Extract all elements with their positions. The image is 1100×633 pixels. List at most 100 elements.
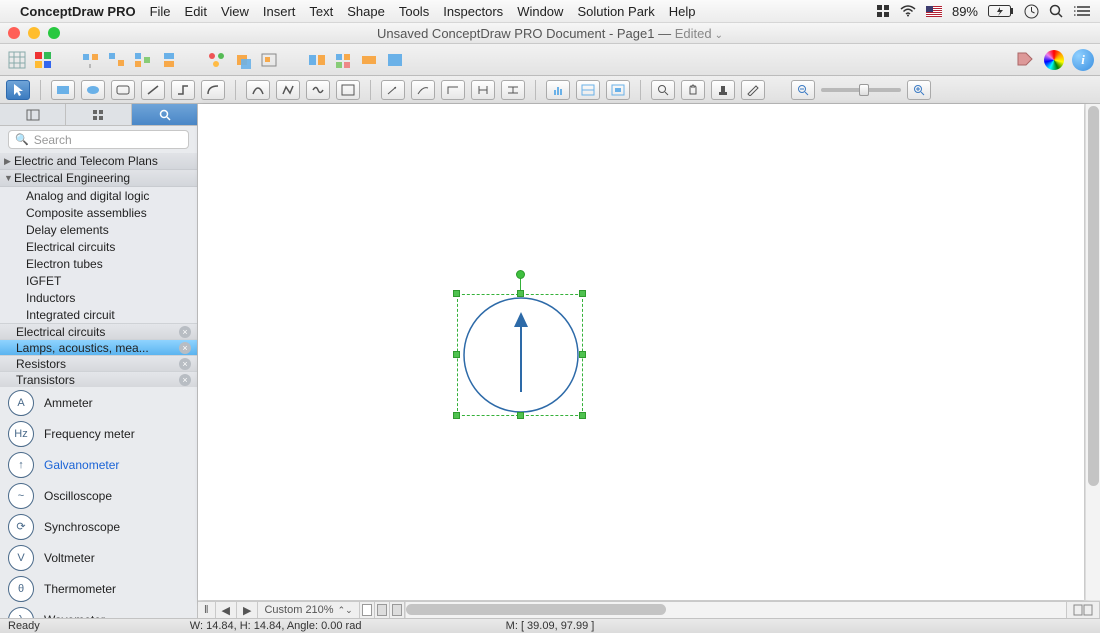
subcat-analog-digital[interactable]: Analog and digital logic	[0, 187, 197, 204]
sidebar-tab-tree[interactable]	[0, 104, 66, 125]
canvas-area[interactable]: ‖ ◀ ▶ Custom 210% ⌃⌄	[198, 104, 1100, 618]
arc-tool-button[interactable]	[201, 80, 225, 100]
horizontal-scrollbar[interactable]	[405, 602, 1066, 618]
chart-tool-1-button[interactable]	[546, 80, 570, 100]
menu-text[interactable]: Text	[309, 4, 333, 19]
zoom-in-button[interactable]	[907, 80, 931, 100]
sidebar-tab-grid[interactable]	[66, 104, 132, 125]
page-nav-prev[interactable]: ◀	[216, 602, 237, 618]
page-thumb-3[interactable]	[390, 602, 405, 618]
chart-tool-2-button[interactable]	[576, 80, 600, 100]
close-icon[interactable]: ×	[179, 374, 191, 386]
menu-tools[interactable]: Tools	[399, 4, 429, 19]
subcat-circuits[interactable]: Electrical circuits	[0, 238, 197, 255]
spline-tool-button[interactable]	[306, 80, 330, 100]
group-tool-4-icon[interactable]	[384, 49, 406, 71]
close-icon[interactable]: ×	[179, 326, 191, 338]
group-tool-2-icon[interactable]	[332, 49, 354, 71]
rect-tool-button[interactable]	[51, 80, 75, 100]
chevron-down-icon[interactable]: ⌄	[715, 30, 723, 41]
horizontal-scroll-thumb[interactable]	[406, 604, 666, 615]
page-nav-first[interactable]: ‖	[198, 602, 216, 618]
connector-tool-button[interactable]	[171, 80, 195, 100]
vertical-scrollbar[interactable]	[1085, 104, 1100, 600]
menu-inspectors[interactable]: Inspectors	[443, 4, 503, 19]
group-tool-1-icon[interactable]	[306, 49, 328, 71]
chart-tool-3-button[interactable]	[606, 80, 630, 100]
pointer-tool-button[interactable]	[6, 80, 30, 100]
align-tool-3-icon[interactable]	[132, 49, 154, 71]
stamp-tool-button[interactable]	[711, 80, 735, 100]
line-tool-button[interactable]	[141, 80, 165, 100]
edit-tool-button[interactable]	[741, 80, 765, 100]
subcat-composite[interactable]: Composite assemblies	[0, 204, 197, 221]
vertical-scroll-thumb[interactable]	[1088, 106, 1099, 486]
palette-icon[interactable]	[32, 49, 54, 71]
stencil-ammeter[interactable]: AAmmeter	[0, 387, 197, 418]
subcat-delay[interactable]: Delay elements	[0, 221, 197, 238]
app-name[interactable]: ConceptDraw PRO	[20, 4, 136, 19]
dimension-h-button[interactable]	[471, 80, 495, 100]
page-nav-next[interactable]: ▶	[237, 602, 258, 618]
library-resistors[interactable]: Resistors×	[0, 355, 197, 371]
category-electrical-eng[interactable]: ▼Electrical Engineering	[0, 170, 197, 187]
menu-insert[interactable]: Insert	[263, 4, 296, 19]
search-input[interactable]: 🔍 Search	[8, 130, 189, 149]
subcat-igfet[interactable]: IGFET	[0, 272, 197, 289]
arrange-tool-3-icon[interactable]	[258, 49, 280, 71]
text-tool-button[interactable]	[336, 80, 360, 100]
arrange-tool-1-icon[interactable]	[206, 49, 228, 71]
page-corner-controls[interactable]	[1066, 602, 1100, 618]
polyline-tool-button[interactable]	[276, 80, 300, 100]
menu-extra-grid-icon[interactable]	[876, 4, 890, 18]
menu-help[interactable]: Help	[669, 4, 696, 19]
subcat-inductors[interactable]: Inductors	[0, 289, 197, 306]
close-icon[interactable]: ×	[179, 358, 191, 370]
zoom-slider-thumb[interactable]	[859, 84, 869, 96]
zoom-level-dropdown[interactable]: Custom 210% ⌃⌄	[258, 602, 359, 618]
subcat-integrated[interactable]: Integrated circuit	[0, 306, 197, 323]
bezier-tool-button[interactable]	[246, 80, 270, 100]
resize-handle-tl[interactable]	[453, 290, 460, 297]
menu-window[interactable]: Window	[517, 4, 563, 19]
menu-list-icon[interactable]	[1074, 5, 1090, 17]
stencil-oscilloscope[interactable]: ~Oscilloscope	[0, 480, 197, 511]
resize-handle-bm[interactable]	[517, 412, 524, 419]
tag-icon[interactable]	[1014, 49, 1036, 71]
menu-shape[interactable]: Shape	[347, 4, 385, 19]
library-electrical-circuits[interactable]: Electrical circuits×	[0, 323, 197, 339]
library-lamps-acoustics[interactable]: Lamps, acoustics, mea...×	[0, 339, 197, 355]
resize-handle-br[interactable]	[579, 412, 586, 419]
arrow-arc-button[interactable]	[411, 80, 435, 100]
clock-icon[interactable]	[1024, 4, 1039, 19]
subcat-tubes[interactable]: Electron tubes	[0, 255, 197, 272]
battery-icon[interactable]	[988, 5, 1014, 17]
stencil-thermometer[interactable]: θThermometer	[0, 573, 197, 604]
dimension-v-button[interactable]	[501, 80, 525, 100]
flag-icon[interactable]	[926, 6, 942, 17]
resize-handle-ml[interactable]	[453, 351, 460, 358]
hand-tool-button[interactable]	[681, 80, 705, 100]
resize-handle-tr[interactable]	[579, 290, 586, 297]
stencil-frequency-meter[interactable]: HzFrequency meter	[0, 418, 197, 449]
page-thumb-2[interactable]	[375, 602, 390, 618]
spotlight-icon[interactable]	[1049, 4, 1064, 19]
category-electric-telecom[interactable]: ▶Electric and Telecom Plans	[0, 153, 197, 170]
info-icon[interactable]: i	[1072, 49, 1094, 71]
menu-solution-park[interactable]: Solution Park	[577, 4, 654, 19]
stencil-galvanometer[interactable]: ↑Galvanometer	[0, 449, 197, 480]
close-icon[interactable]: ×	[179, 342, 191, 354]
stencil-wavemeter[interactable]: λWavemeter	[0, 604, 197, 618]
align-tool-2-icon[interactable]	[106, 49, 128, 71]
align-tool-1-icon[interactable]	[80, 49, 102, 71]
resize-handle-mr[interactable]	[579, 351, 586, 358]
align-tool-4-icon[interactable]	[158, 49, 180, 71]
canvas-page[interactable]	[198, 104, 1084, 600]
group-tool-3-icon[interactable]	[358, 49, 380, 71]
ellipse-tool-button[interactable]	[81, 80, 105, 100]
resize-handle-bl[interactable]	[453, 412, 460, 419]
page-thumb-1[interactable]	[360, 602, 375, 618]
menu-edit[interactable]: Edit	[185, 4, 207, 19]
arrow-line-button[interactable]	[381, 80, 405, 100]
resize-handle-tm[interactable]	[517, 290, 524, 297]
